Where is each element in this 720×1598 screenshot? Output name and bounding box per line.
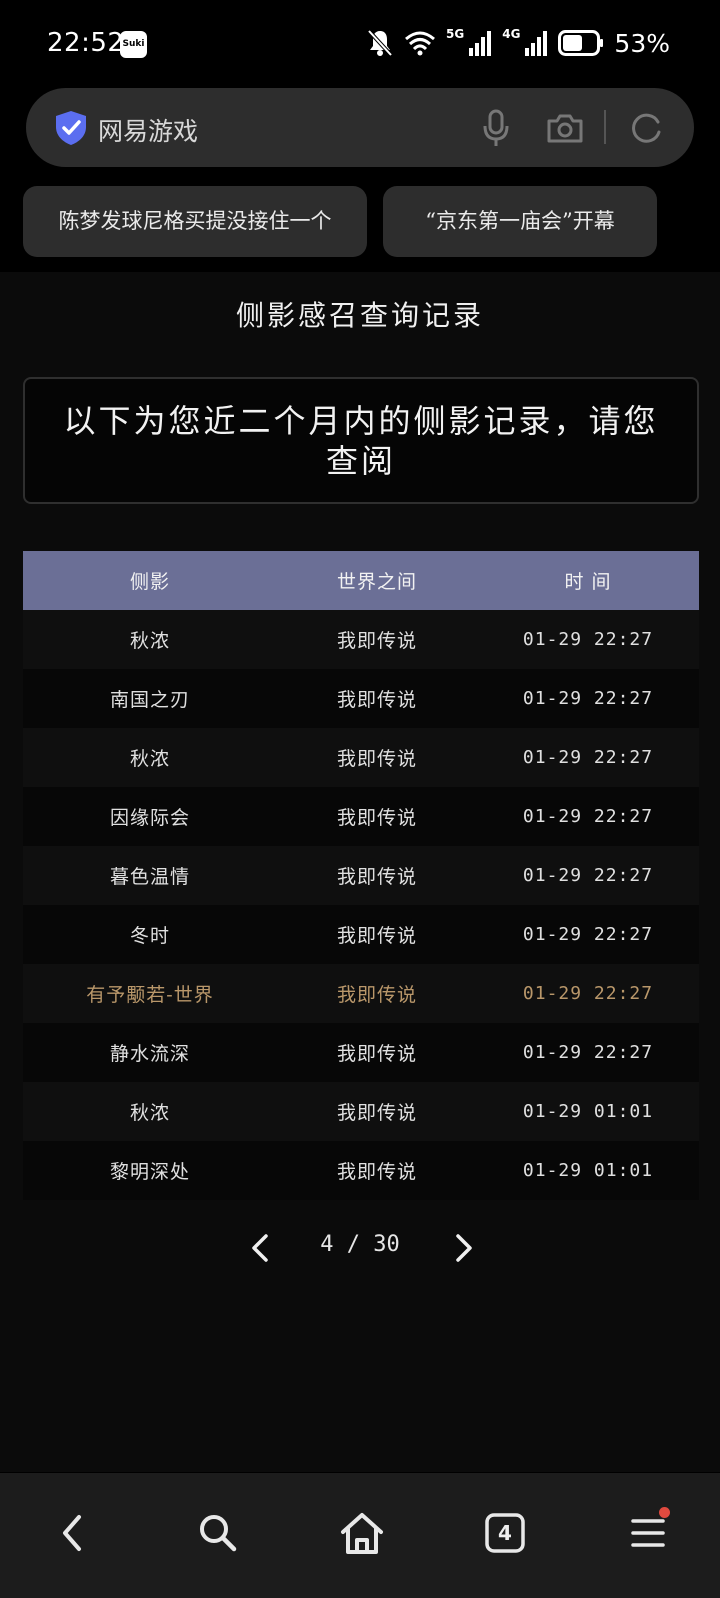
cell-world: 我即传说 — [336, 925, 417, 947]
cell-world: 我即传说 — [336, 984, 417, 1006]
bell-muted-icon — [367, 29, 393, 57]
column-header-world: 世界之间 — [336, 571, 417, 593]
cell-world: 我即传说 — [336, 1043, 417, 1065]
shield-check-icon — [56, 111, 86, 145]
wifi-icon — [405, 31, 435, 56]
prev-page-button[interactable] — [248, 1232, 272, 1264]
cell-shadow: 暮色温情 — [109, 866, 190, 888]
menu-icon — [631, 1519, 665, 1547]
camera-icon[interactable] — [546, 110, 584, 146]
notification-dot — [659, 1507, 670, 1518]
cell-time: 01-29 22:27 — [522, 865, 654, 886]
cell-shadow: 黎明深处 — [109, 1161, 190, 1183]
table-row: 秋浓 我即传说 01-29 22:27 — [23, 610, 699, 669]
back-button[interactable] — [42, 1503, 102, 1563]
suki-app-icon: Suki — [120, 31, 147, 58]
refresh-icon[interactable] — [628, 110, 664, 146]
table-row: 南国之刃 我即传说 01-29 22:27 — [23, 669, 699, 728]
cell-time: 01-29 22:27 — [522, 688, 654, 709]
trending-chip[interactable]: “京东第一庙会”开幕 — [383, 186, 657, 257]
notice-text: 以下为您近二个月内的侧影记录，请您查阅 — [63, 401, 659, 480]
cell-shadow: 静水流深 — [109, 1043, 190, 1065]
battery-icon — [558, 30, 604, 56]
table-row: 秋浓 我即传说 01-29 22:27 — [23, 728, 699, 787]
cell-shadow: 秋浓 — [129, 748, 170, 770]
cell-world: 我即传说 — [336, 748, 417, 770]
status-icons: 5G 4G 53% — [366, 26, 670, 60]
table-row-highlighted: 有予颙若-世界 我即传说 01-29 22:27 — [23, 964, 699, 1023]
home-icon — [341, 1513, 383, 1554]
cell-world: 我即传说 — [336, 689, 417, 711]
cell-time: 01-29 22:27 — [522, 983, 654, 1004]
status-time: 22:52 — [47, 28, 125, 58]
cell-shadow: 秋浓 — [129, 1102, 170, 1124]
cell-world: 我即传说 — [336, 1102, 417, 1124]
signal-5g-icon — [469, 31, 492, 56]
table-row: 静水流深 我即传说 01-29 22:27 — [23, 1023, 699, 1082]
column-header-time: 时 间 — [564, 571, 612, 593]
table-row: 黎明深处 我即传说 01-29 01:01 — [23, 1141, 699, 1200]
pagination: 4 / 30 — [0, 1228, 720, 1268]
search-divider — [604, 110, 606, 144]
page-indicator: 4 / 30 — [320, 1232, 400, 1257]
cell-time: 01-29 01:01 — [522, 1101, 654, 1122]
next-page-button[interactable] — [452, 1232, 476, 1264]
search-icon — [200, 1515, 237, 1552]
home-button[interactable] — [332, 1503, 392, 1563]
cell-time: 01-29 22:27 — [522, 924, 654, 945]
battery-percent: 53% — [614, 28, 670, 58]
cell-shadow: 南国之刃 — [109, 689, 190, 711]
bottom-nav: 4 — [0, 1473, 720, 1598]
cell-shadow: 因缘际会 — [109, 807, 190, 829]
table-row: 冬时 我即传说 01-29 22:27 — [23, 905, 699, 964]
back-icon — [63, 1515, 81, 1551]
trending-chip[interactable]: 陈梦发球尼格买提没接住一个 — [23, 186, 367, 257]
tabs-button[interactable]: 4 — [475, 1503, 535, 1563]
status-bar: 22:52 Suki 5G 4G 53% — [0, 0, 720, 86]
search-input[interactable]: 网易游戏 — [98, 112, 198, 148]
table-body: 秋浓 我即传说 01-29 22:27 南国之刃 我即传说 01-29 22:2… — [23, 610, 699, 1200]
search-bar[interactable]: 网易游戏 — [26, 88, 694, 167]
signal-4g-icon — [525, 31, 548, 56]
cell-shadow: 秋浓 — [129, 630, 170, 652]
cell-time: 01-29 22:27 — [522, 629, 654, 650]
network-5g-label: 5G — [446, 27, 465, 41]
table-row: 暮色温情 我即传说 01-29 22:27 — [23, 846, 699, 905]
record-table: 侧影 世界之间 时 间 秋浓 我即传说 01-29 22:27 南国之刃 我即传… — [23, 551, 699, 1200]
cell-world: 我即传说 — [336, 630, 417, 652]
cell-time: 01-29 01:01 — [522, 1160, 654, 1181]
table-header: 侧影 世界之间 时 间 — [23, 551, 699, 610]
cell-shadow: 有予颙若-世界 — [86, 984, 214, 1006]
microphone-icon[interactable] — [481, 108, 511, 148]
column-header-shadow: 侧影 — [129, 571, 170, 593]
page-title: 侧影感召查询记录 — [235, 299, 484, 332]
tab-count: 4 — [498, 1521, 512, 1545]
cell-time: 01-29 22:27 — [522, 806, 654, 827]
cell-world: 我即传说 — [336, 807, 417, 829]
network-4g-label: 4G — [502, 27, 521, 41]
table-row: 因缘际会 我即传说 01-29 22:27 — [23, 787, 699, 846]
cell-world: 我即传说 — [336, 1161, 417, 1183]
menu-button[interactable] — [618, 1503, 678, 1563]
notice-box: 以下为您近二个月内的侧影记录，请您查阅 — [23, 377, 699, 504]
cell-time: 01-29 22:27 — [522, 1042, 654, 1063]
cell-world: 我即传说 — [336, 866, 417, 888]
table-row: 秋浓 我即传说 01-29 01:01 — [23, 1082, 699, 1141]
cell-shadow: 冬时 — [129, 925, 170, 947]
cell-time: 01-29 22:27 — [522, 747, 654, 768]
search-button[interactable] — [188, 1503, 248, 1563]
